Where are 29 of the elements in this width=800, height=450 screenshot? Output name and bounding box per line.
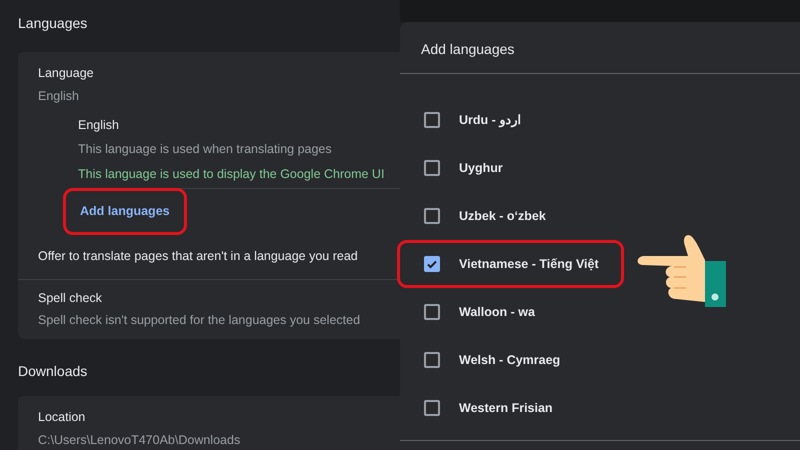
language-note: This language is used when translating pages [78, 141, 332, 158]
language-name: English [78, 116, 119, 134]
language-option[interactable]: Urdu - اردو [397, 96, 546, 144]
language-option[interactable]: Walloon - wa [397, 288, 560, 336]
language-note: This language is used to display the Google Chrome UI [78, 166, 384, 183]
setting-value: C:\Users\LenovoT470Ab\Downloads [38, 432, 240, 448]
checkbox[interactable] [424, 160, 440, 176]
section-heading: Downloads [18, 362, 88, 381]
language-option[interactable]: Welsh - Cymraeg [397, 336, 586, 384]
language-option[interactable]: Uyghur [397, 144, 528, 192]
checkbox[interactable] [424, 400, 440, 416]
setting-value: English [38, 88, 79, 105]
checkbox[interactable] [424, 304, 440, 320]
setting-label: Spell check [38, 290, 102, 307]
language-option[interactable]: Western Frisian [397, 384, 578, 432]
add-languages-button[interactable]: Add languages [63, 188, 187, 236]
setting-label: Offer to translate pages that aren't in a language you read [38, 248, 358, 266]
checkbox[interactable] [424, 352, 440, 368]
checkbox[interactable] [424, 208, 440, 224]
language-option[interactable]: Vietnamese - Tiếng Việt [397, 240, 624, 288]
check-icon [426, 258, 438, 270]
section-heading: Languages [18, 14, 88, 33]
checkbox[interactable] [424, 112, 440, 128]
checkbox[interactable] [424, 256, 440, 272]
dialog-title: Add languages [400, 22, 800, 74]
setting-label: Language [38, 65, 94, 82]
language-option[interactable]: Uzbek - o‘zbek [397, 192, 571, 240]
setting-label: Location [38, 408, 86, 426]
setting-description: Spell check isn't supported for the languages you selected [38, 312, 360, 330]
